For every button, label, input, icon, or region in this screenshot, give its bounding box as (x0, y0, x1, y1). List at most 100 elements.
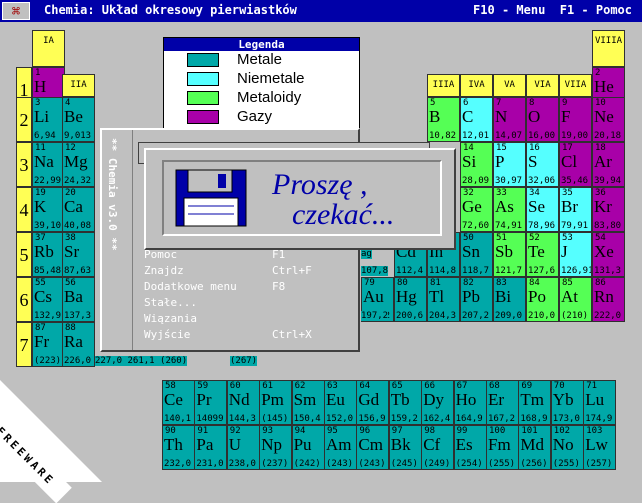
element-cell-sr[interactable]: 38 Sr 87,63 (62, 232, 95, 277)
atomic-mass: 12,01 (462, 131, 490, 141)
element-cell-th[interactable]: 90 Th 232,0 (162, 425, 195, 470)
element-cell-er[interactable]: 68 Er 167,2 (486, 380, 519, 425)
element-cell-hg[interactable]: 80 Hg 200,6 (394, 277, 427, 322)
element-cell-cl[interactable]: 17 Cl 35,46 (559, 142, 592, 187)
element-cell-pu[interactable]: 94 Pu (242) (291, 425, 325, 470)
atomic-mass: 144,3 (228, 414, 256, 424)
legend-item: Gazy (164, 108, 359, 127)
element-cell-sm[interactable]: 62 Sm 150,4 (291, 380, 325, 425)
element-cell-pa[interactable]: 91 Pa 231,0 (194, 425, 228, 470)
element-cell-md[interactable]: 101 Md (256) (518, 425, 552, 470)
element-cell-yb[interactable]: 70 Yb 173,0 (550, 380, 584, 425)
element-cell-bi[interactable]: 83 Bi 209,0 (493, 277, 526, 322)
period-number-5: 5 (16, 232, 32, 277)
element-cell-rb[interactable]: 37 Rb 85,48 (32, 232, 65, 277)
atomic-mass: 118,7 (462, 266, 490, 276)
menu-item-5[interactable]: Wyjście Ctrl+X (144, 328, 349, 344)
element-cell-rn[interactable]: 86 Rn 222,0 (592, 277, 625, 322)
element-cell-es[interactable]: 99 Es (254) (453, 425, 487, 470)
element-cell-ge[interactable]: 32 Ge 72,60 (460, 187, 493, 232)
group-header-g4: IVA (460, 74, 493, 97)
atomic-mass: 231,0 (196, 459, 224, 469)
atomic-mass: 173,0 (552, 414, 580, 424)
element-symbol: Te (528, 242, 545, 261)
element-cell-li[interactable]: 3 Li 6,94 (32, 97, 65, 142)
element-cell-am[interactable]: 95 Am (243) (324, 425, 357, 470)
element-cell-as[interactable]: 33 As 74,91 (493, 187, 526, 232)
element-cell-pb[interactable]: 82 Pb 207,2 (460, 277, 493, 322)
element-cell-ar[interactable]: 18 Ar 39,94 (592, 142, 625, 187)
atomic-mass: 74,91 (495, 221, 523, 231)
element-cell-ba[interactable]: 56 Ba 137,3 (62, 277, 95, 322)
atomic-mass: 131,3 (594, 266, 622, 276)
atomic-mass: 22,99 (34, 176, 62, 186)
element-cell-pm[interactable]: 61 Pm (145) (259, 380, 293, 425)
element-cell-j[interactable]: 53 J 126,91 (559, 232, 592, 277)
element-cell-br[interactable]: 35 Br 79,91 (559, 187, 592, 232)
element-cell-f[interactable]: 9 F 19,00 (559, 97, 592, 142)
element-cell-xe[interactable]: 54 Xe 131,3 (592, 232, 625, 277)
element-cell-lw[interactable]: 103 Lw (257) (583, 425, 617, 470)
atomic-mass: 126,91 (561, 266, 592, 276)
element-cell-c[interactable]: 6 C 12,01 (460, 97, 493, 142)
element-cell-si[interactable]: 14 Si 28,09 (460, 142, 493, 187)
element-symbol: Si (462, 152, 477, 171)
element-cell-sb[interactable]: 51 Sb 121,7 (493, 232, 526, 277)
element-cell-cf[interactable]: 98 Cf (249) (421, 425, 455, 470)
element-cell-bk[interactable]: 97 Bk (245) (388, 425, 422, 470)
element-cell-te[interactable]: 52 Te 127,6 (526, 232, 559, 277)
element-cell-mg[interactable]: 12 Mg 24,32 (62, 142, 95, 187)
element-cell-at[interactable]: 85 At (210) (559, 277, 592, 322)
element-cell-se[interactable]: 34 Se 78,96 (526, 187, 559, 232)
element-cell-cm[interactable]: 96 Cm (243) (356, 425, 390, 470)
element-cell-fm[interactable]: 100 Fm (255) (486, 425, 519, 470)
element-cell-tb[interactable]: 65 Tb 159,2 (388, 380, 422, 425)
element-cell-tm[interactable]: 69 Tm 168,9 (518, 380, 552, 425)
element-cell-no[interactable]: 102 No (255) (550, 425, 584, 470)
menu-item-4[interactable]: Wiązania (144, 312, 349, 328)
element-cell-n[interactable]: 7 N 14,07 (493, 97, 526, 142)
menu-item-1[interactable]: Znajdz Ctrl+F (144, 264, 349, 280)
element-cell-cs[interactable]: 55 Cs 132,9 (32, 277, 65, 322)
element-cell-nd[interactable]: 60 Nd 144,3 (226, 380, 260, 425)
element-cell-dy[interactable]: 66 Dy 162,4 (421, 380, 455, 425)
element-cell-fr[interactable]: 87 Fr (223) (32, 322, 65, 367)
atomic-mass: 238,0 (228, 459, 256, 469)
element-cell-be[interactable]: 4 Be 9,013 (62, 97, 95, 142)
atomic-mass: 174,9 (585, 414, 613, 424)
element-cell-u[interactable]: 92 U 238,0 (226, 425, 260, 470)
menu-item-0[interactable]: Pomoc F1 (144, 248, 349, 264)
element-cell-b[interactable]: 5 B 10,82 (427, 97, 460, 142)
atomic-mass: 83,80 (594, 221, 622, 231)
element-cell-po[interactable]: 84 Po 210,0 (526, 277, 559, 322)
system-menu-icon[interactable]: ⌘ (2, 2, 30, 20)
element-cell-pr[interactable]: 59 Pr 14099 (194, 380, 228, 425)
atomic-mass: 24,32 (64, 176, 92, 186)
element-cell-sn[interactable]: 50 Sn 118,7 (460, 232, 493, 277)
element-symbol: Sn (462, 242, 480, 261)
element-cell-lu[interactable]: 71 Lu 174,9 (583, 380, 617, 425)
element-symbol: P (495, 152, 505, 171)
element-symbol: Ra (64, 332, 83, 351)
element-cell-ho[interactable]: 67 Ho 164,9 (453, 380, 487, 425)
element-cell-eu[interactable]: 63 Eu 152,0 (324, 380, 357, 425)
menu-item-3[interactable]: Stałe... (144, 296, 349, 312)
element-cell-s[interactable]: 16 S 32,06 (526, 142, 559, 187)
element-cell-k[interactable]: 19 K 39,10 (32, 187, 65, 232)
element-symbol: Eu (326, 390, 345, 409)
element-cell-tl[interactable]: 81 Tl 204,3 (427, 277, 460, 322)
element-cell-ra[interactable]: 88 Ra 226,0 (62, 322, 95, 367)
element-cell-ce[interactable]: 58 Ce 140,1 (162, 380, 195, 425)
element-cell-p[interactable]: 15 P 30,97 (493, 142, 526, 187)
element-cell-o[interactable]: 8 O 16,00 (526, 97, 559, 142)
atomic-mass: 150,4 (293, 414, 321, 424)
element-cell-gd[interactable]: 64 Gd 156,9 (356, 380, 390, 425)
element-cell-ca[interactable]: 20 Ca 40,08 (62, 187, 95, 232)
menu-item-2[interactable]: Dodatkowe menu F8 (144, 280, 349, 296)
element-symbol: Md (520, 435, 545, 454)
element-cell-kr[interactable]: 36 Kr 83,80 (592, 187, 625, 232)
element-cell-na[interactable]: 11 Na 22,99 (32, 142, 65, 187)
element-symbol: Li (34, 107, 50, 126)
element-cell-ne[interactable]: 10 Ne 20,18 (592, 97, 625, 142)
element-cell-np[interactable]: 93 Np (237) (259, 425, 293, 470)
